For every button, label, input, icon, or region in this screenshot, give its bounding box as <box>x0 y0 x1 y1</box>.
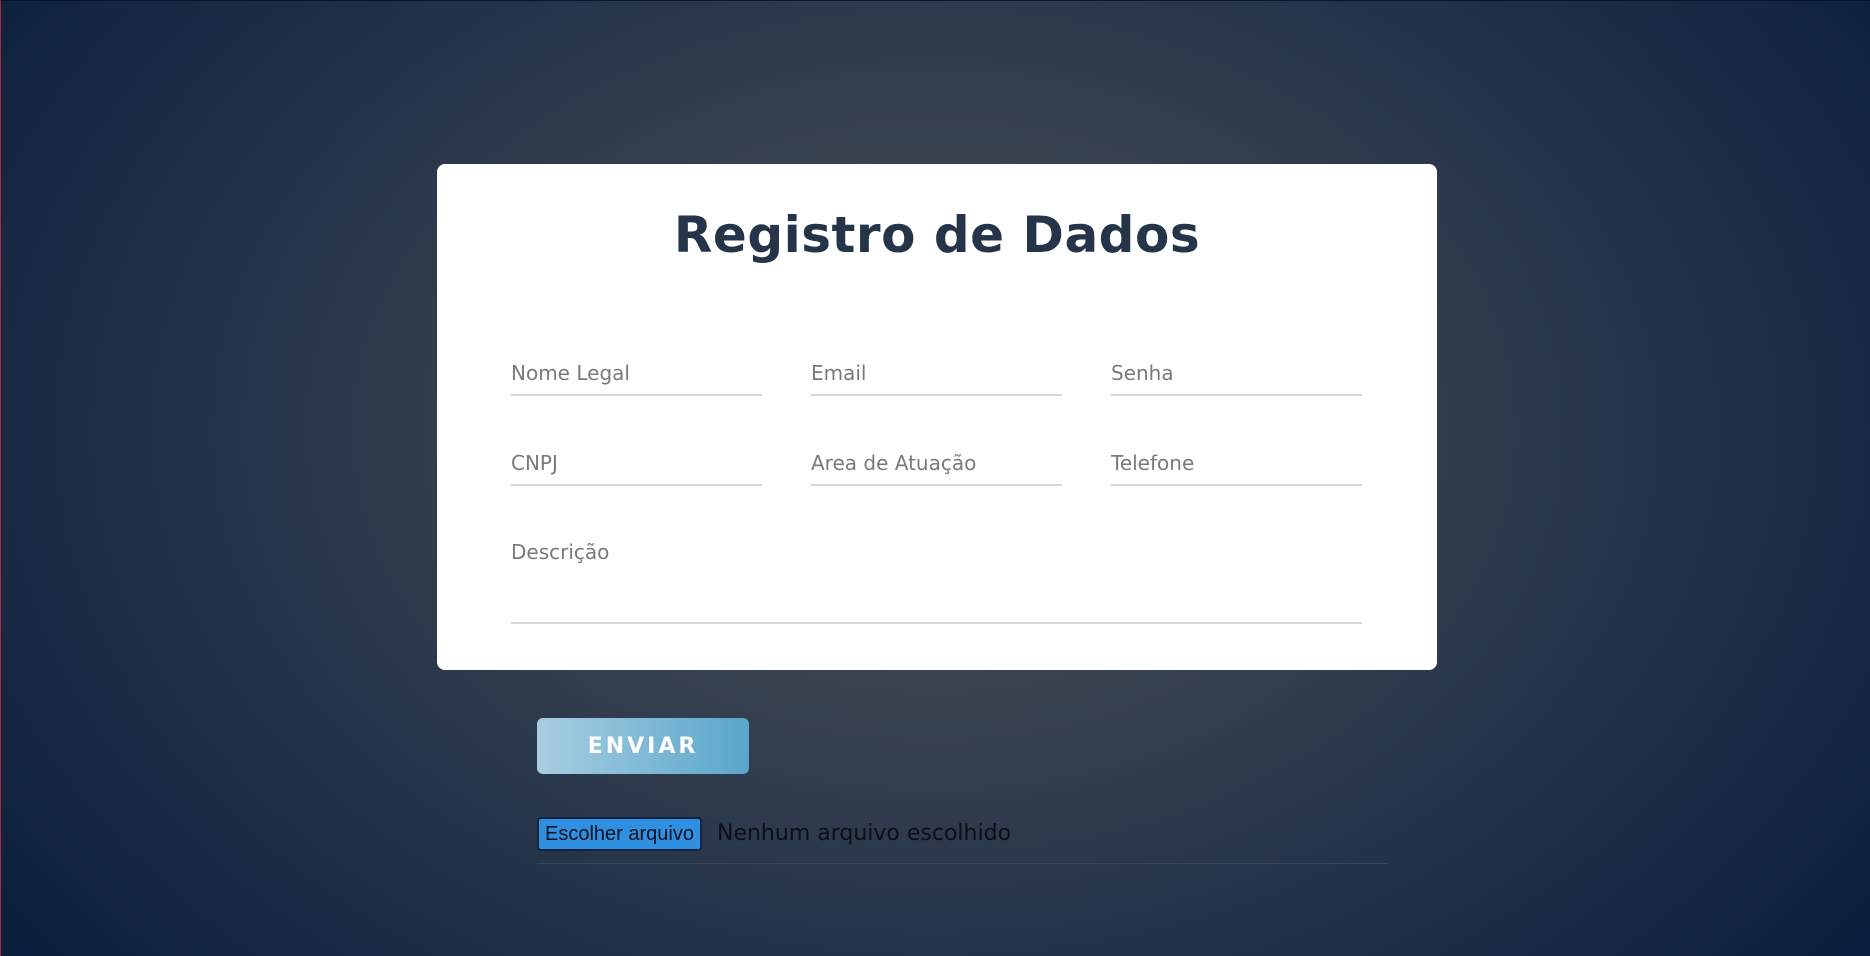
telefone-input[interactable] <box>1111 444 1362 482</box>
cnpj-input[interactable] <box>511 444 762 482</box>
senha-field <box>1111 354 1362 396</box>
choose-file-button[interactable]: Escolher arquivo <box>537 817 702 851</box>
registration-form-card: Registro de Dados <box>437 164 1437 670</box>
nome-legal-field <box>511 354 762 396</box>
senha-input[interactable] <box>1111 354 1362 392</box>
descricao-field <box>511 534 1362 624</box>
descricao-textarea[interactable] <box>511 534 1362 622</box>
file-upload: Escolher arquivo Nenhum arquivo escolhid… <box>537 815 1387 864</box>
enviar-button[interactable]: ENVIAR <box>537 718 749 774</box>
cnpj-field <box>511 444 762 486</box>
file-status-text: Nenhum arquivo escolhido <box>717 821 1012 846</box>
area-atuacao-input[interactable] <box>811 444 1062 482</box>
telefone-field <box>1111 444 1362 486</box>
nome-legal-input[interactable] <box>511 354 762 392</box>
area-atuacao-field <box>811 444 1062 486</box>
email-input[interactable] <box>811 354 1062 392</box>
email-field <box>811 354 1062 396</box>
form-title: Registro de Dados <box>673 206 1201 264</box>
